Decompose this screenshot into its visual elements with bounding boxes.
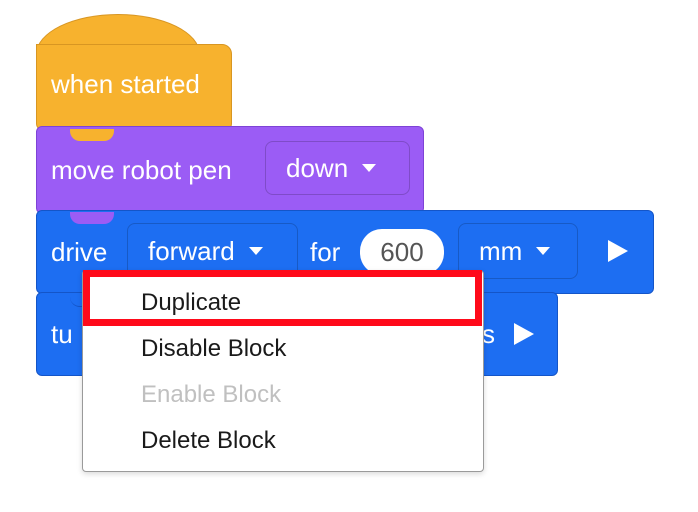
run-block-play-icon[interactable]: [514, 323, 534, 345]
block-notch: [70, 129, 114, 141]
caret-down-icon: [248, 247, 263, 255]
block-notch: [70, 212, 114, 224]
code-canvas: when started move robot pen down drive f…: [0, 0, 698, 512]
drive-unit-value: mm: [479, 235, 523, 266]
caret-down-icon: [536, 247, 551, 255]
when-started-block[interactable]: when started: [36, 44, 232, 130]
turn-label-start: tu: [51, 318, 73, 349]
drive-label: drive: [51, 236, 108, 267]
duplicate-highlight-box: [83, 270, 482, 326]
run-block-play-icon[interactable]: [608, 240, 628, 262]
menu-item-delete-block[interactable]: Delete Block: [141, 427, 276, 455]
move-robot-pen-label: move robot pen: [51, 154, 232, 185]
pen-position-value: down: [286, 152, 349, 183]
caret-down-icon: [362, 164, 377, 172]
menu-item-enable-block: Enable Block: [141, 381, 282, 408]
pen-position-dropdown[interactable]: down: [265, 141, 410, 195]
menu-item-disable-block[interactable]: Disable Block: [141, 335, 286, 363]
drive-distance-input[interactable]: 600: [360, 229, 444, 275]
drive-direction-value: forward: [148, 235, 235, 266]
drive-for-label: for: [310, 236, 341, 267]
when-started-label: when started: [51, 68, 200, 99]
